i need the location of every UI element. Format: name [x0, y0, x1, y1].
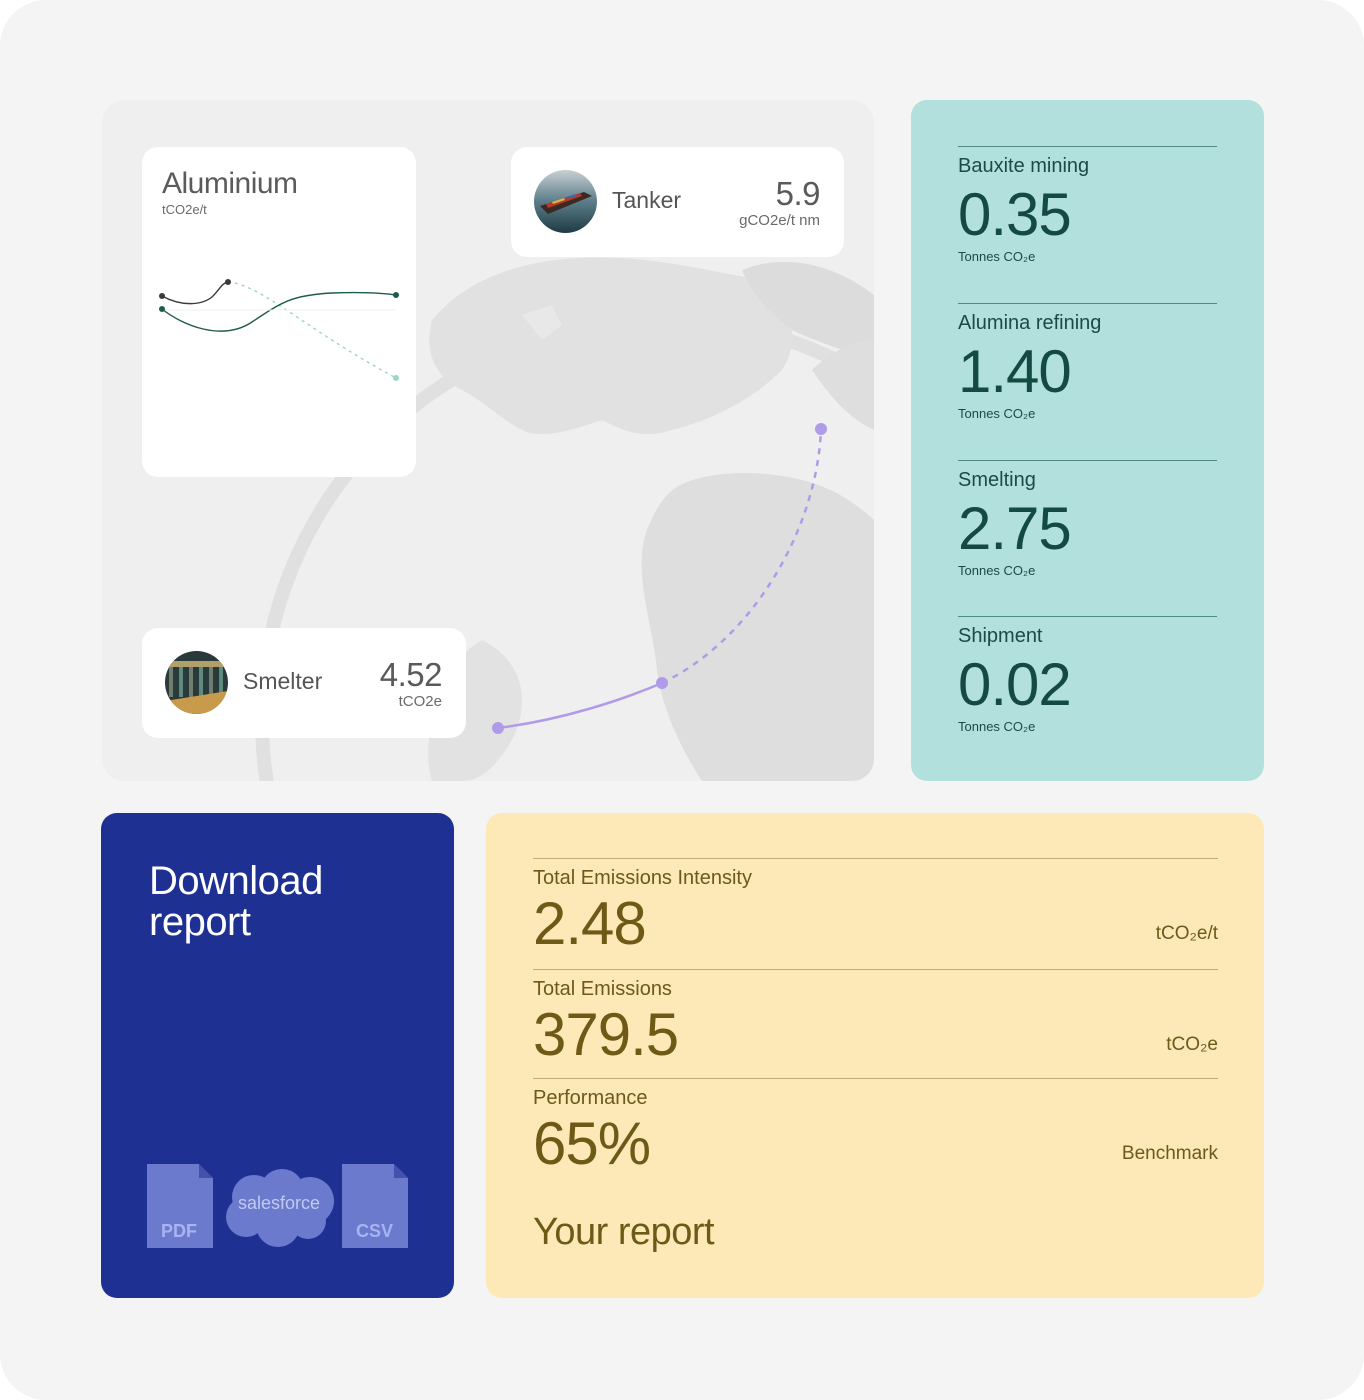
stage-unit: Tonnes CO₂e [958, 719, 1036, 734]
csv-label: CSV [356, 1221, 394, 1241]
salesforce-icon[interactable]: salesforce [222, 1169, 336, 1249]
metric-label: Performance [533, 1087, 648, 1109]
aluminium-sparkline [159, 279, 399, 381]
waypoint-marker [656, 677, 668, 689]
stage-value: 1.40 [958, 338, 1072, 405]
stage-alumina-refining[interactable]: Alumina refining 1.40 Tonnes CO₂e [958, 303, 1217, 421]
process-breakdown-panel: Bauxite mining 0.35 Tonnes CO₂e Alumina … [911, 100, 1264, 781]
metric-total-emissions-intensity: Total Emissions Intensity 2.48 tCO₂e/t [533, 858, 1218, 968]
stage-smelting[interactable]: Smelting 2.75 Tonnes CO₂e [958, 460, 1217, 578]
tanker-name: Tanker [612, 187, 682, 213]
destination-marker [815, 423, 827, 435]
aluminium-title: Aluminium [162, 167, 298, 200]
stage-unit: Tonnes CO₂e [958, 249, 1036, 264]
smelter-value: 4.52 [379, 656, 443, 693]
smelter-card[interactable]: Smelter 4.52 tCO2e [142, 628, 466, 738]
download-report-title: Download report [149, 859, 323, 944]
smelter-photo [165, 651, 228, 714]
route-map: Aluminium tCO2e/t Tanker 5.9 gCO2e/t nm … [102, 100, 874, 781]
download-report-panel[interactable]: Download report PDF salesforce CSV [101, 813, 454, 1298]
metric-value: 65% [533, 1110, 651, 1177]
metric-performance: Performance 65% Benchmark [533, 1078, 1218, 1188]
stage-name: Shipment [958, 625, 1043, 647]
metric-value: 2.48 [533, 890, 647, 957]
metric-value: 379.5 [533, 1001, 679, 1068]
stage-value: 0.02 [958, 651, 1072, 718]
smelter-name: Smelter [243, 668, 323, 694]
stage-unit: Tonnes CO₂e [958, 563, 1036, 578]
metric-unit: tCO₂e [1166, 1034, 1218, 1055]
dashboard-frame: Aluminium tCO2e/t Tanker 5.9 gCO2e/t nm … [0, 0, 1364, 1400]
metric-unit: tCO₂e/t [1155, 923, 1218, 944]
stage-bauxite-mining[interactable]: Bauxite mining 0.35 Tonnes CO₂e [958, 146, 1217, 264]
stage-name: Alumina refining [958, 312, 1102, 334]
metric-label: Total Emissions Intensity [533, 867, 752, 889]
stage-value: 2.75 [958, 495, 1072, 562]
origin-marker [492, 722, 504, 734]
metric-total-emissions: Total Emissions 379.5 tCO₂e [533, 969, 1218, 1079]
stage-value: 0.35 [958, 181, 1072, 248]
aluminium-unit: tCO2e/t [162, 202, 207, 217]
tanker-card[interactable]: Tanker 5.9 gCO2e/t nm [511, 147, 844, 257]
aluminium-card[interactable]: Aluminium tCO2e/t [142, 147, 416, 477]
csv-file-icon[interactable]: CSV [342, 1164, 408, 1248]
stage-name: Bauxite mining [958, 155, 1090, 177]
your-report-title[interactable]: Your report [533, 1211, 715, 1254]
salesforce-label: salesforce [237, 1193, 321, 1213]
stage-shipment[interactable]: Shipment 0.02 Tonnes CO₂e [958, 616, 1217, 734]
metric-label: Total Emissions [533, 978, 672, 1000]
report-summary-panel: Total Emissions Intensity 2.48 tCO₂e/t T… [486, 813, 1264, 1298]
pdf-file-icon[interactable]: PDF [147, 1164, 213, 1248]
stage-unit: Tonnes CO₂e [958, 406, 1036, 421]
stage-name: Smelting [958, 469, 1036, 491]
tanker-photo [534, 170, 597, 233]
pdf-label: PDF [161, 1221, 197, 1241]
metric-unit: Benchmark [1121, 1143, 1218, 1164]
smelter-unit: tCO2e [398, 693, 442, 710]
tanker-unit: gCO2e/t nm [739, 212, 820, 229]
tanker-value: 5.9 [775, 175, 821, 212]
